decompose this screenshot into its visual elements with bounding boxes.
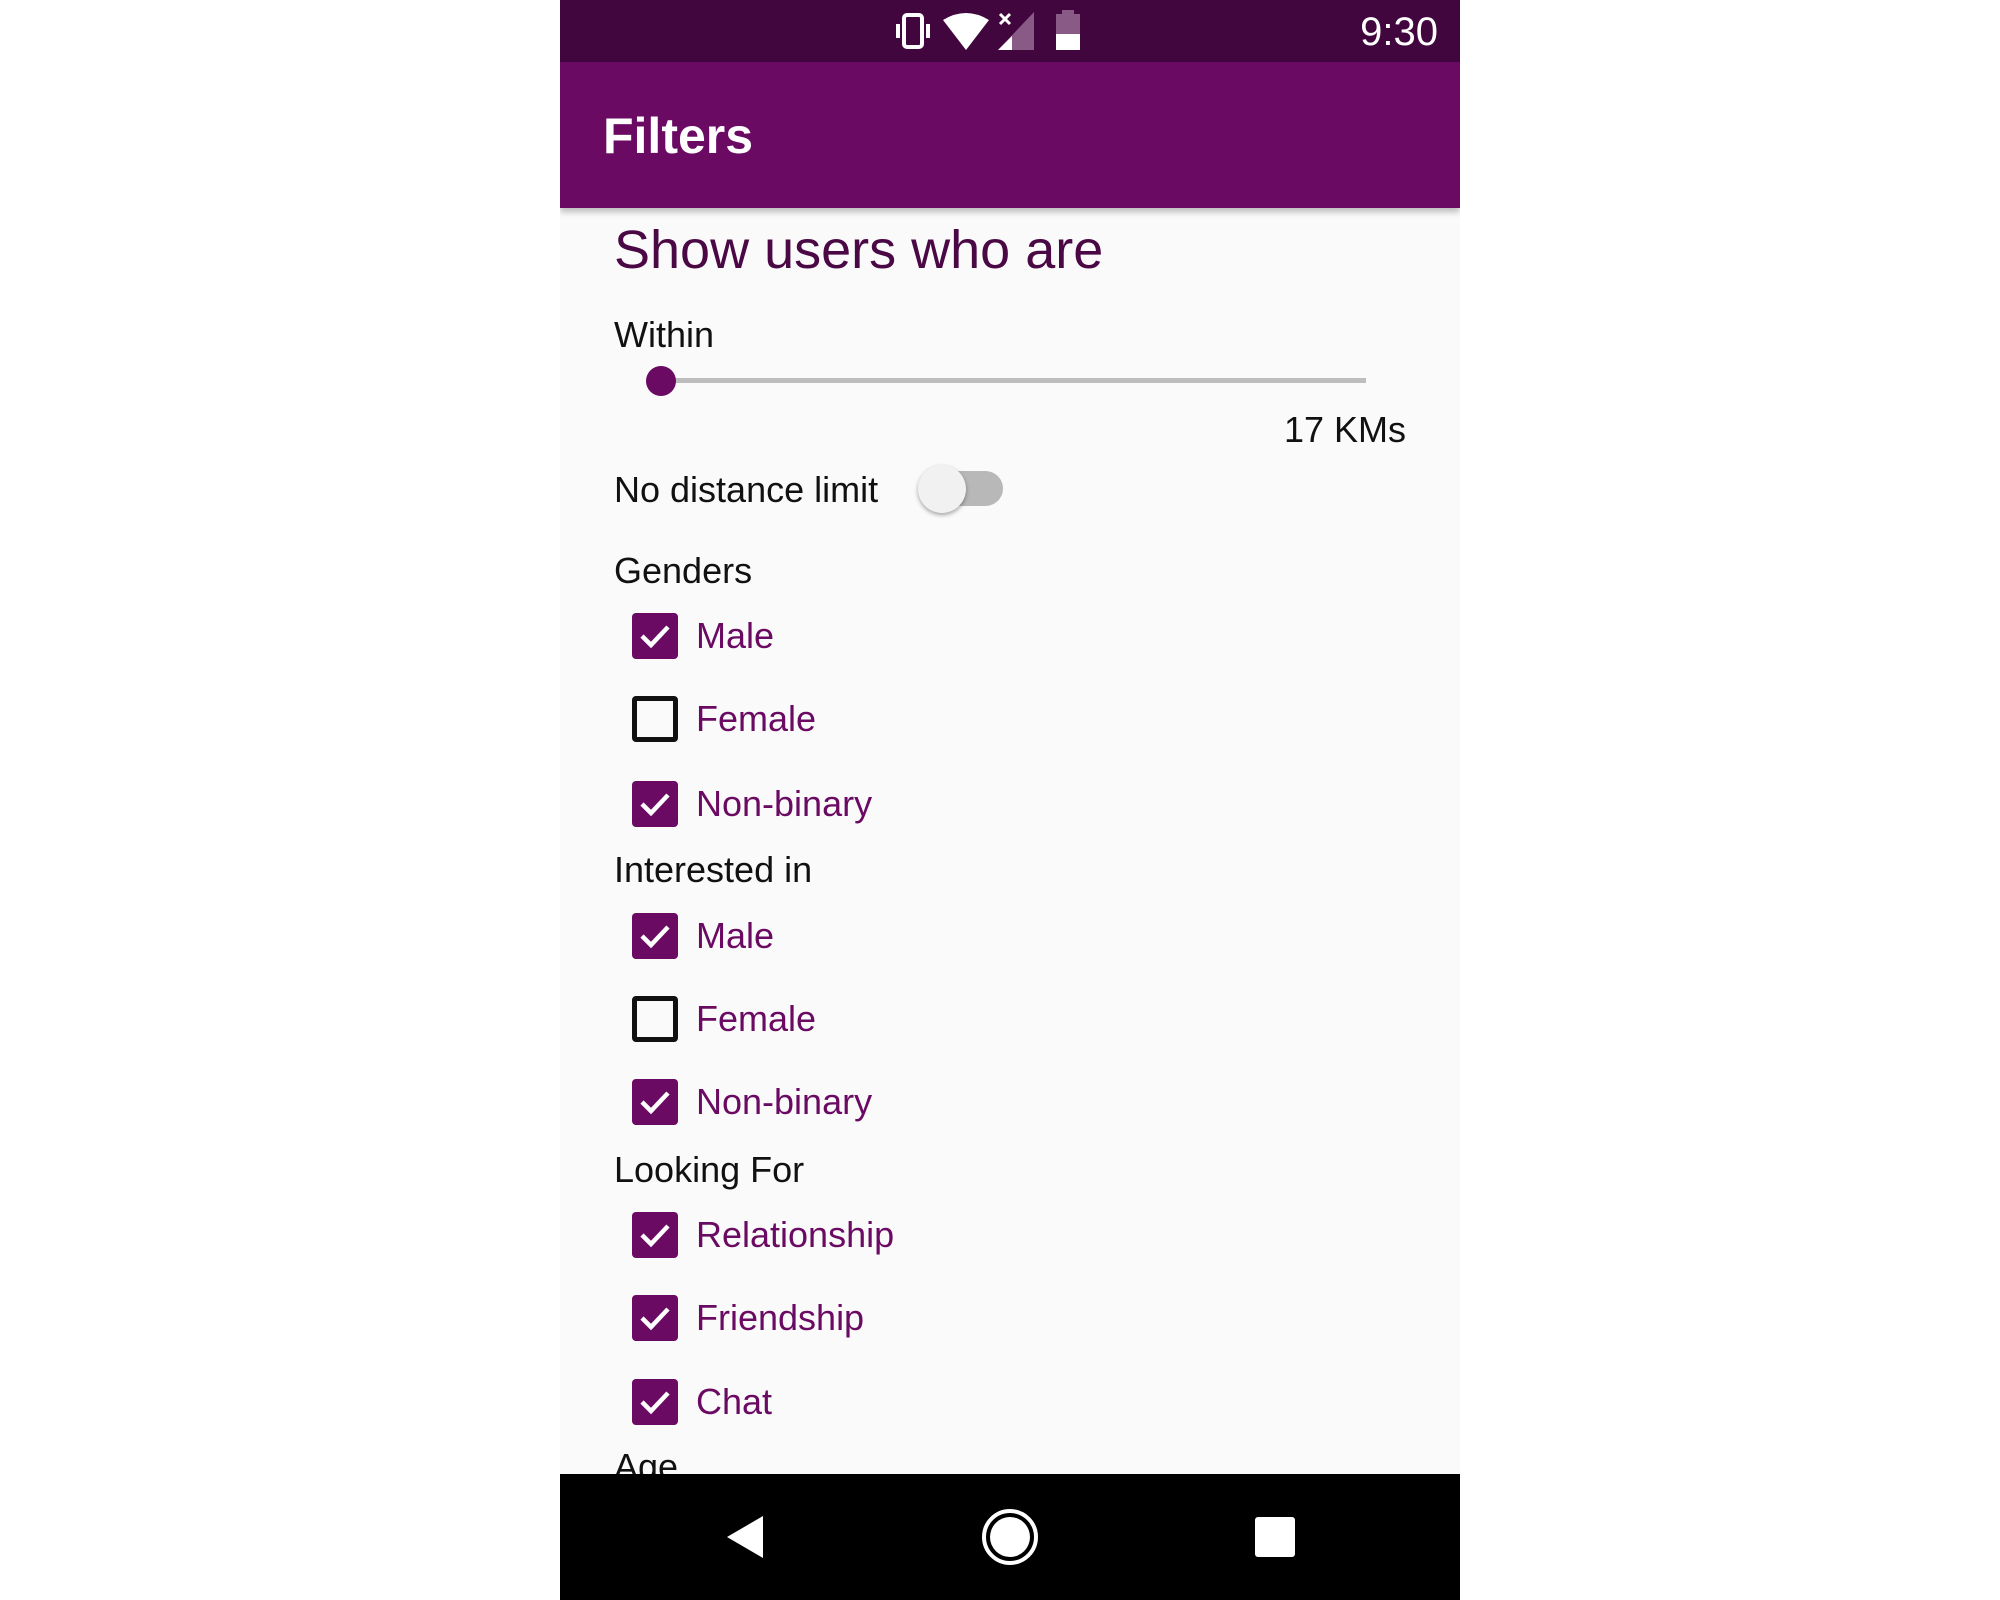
section-heading: Show users who are — [614, 220, 1104, 280]
phone-screen: 9:30 Filters Show users who are Within 1… — [560, 0, 1460, 1600]
within-label: Within — [614, 314, 715, 355]
page-title: Filters — [603, 108, 754, 164]
checkbox-label[interactable]: Non-binary — [696, 782, 872, 826]
checkbox[interactable] — [632, 1212, 678, 1258]
wifi-icon — [943, 13, 989, 50]
signal-no-data-icon — [998, 12, 1034, 50]
no-distance-limit-switch-thumb[interactable] — [918, 465, 966, 513]
back-icon[interactable] — [725, 1514, 765, 1560]
distance-slider-thumb[interactable] — [646, 366, 676, 396]
checkbox-label[interactable]: Female — [696, 697, 816, 741]
checkbox-label[interactable]: Non-binary — [696, 1080, 872, 1124]
checkbox[interactable] — [632, 781, 678, 827]
battery-icon — [1056, 10, 1080, 50]
vibrate-icon — [896, 13, 930, 49]
app-bar: Filters — [560, 62, 1460, 208]
checkmark-icon — [640, 1224, 670, 1248]
checkbox[interactable] — [632, 996, 678, 1042]
checkmark-icon — [640, 925, 670, 949]
checkmark-icon — [640, 1307, 670, 1331]
recents-icon[interactable] — [1254, 1516, 1296, 1558]
checkbox-label[interactable]: Male — [696, 614, 774, 658]
home-icon[interactable] — [980, 1507, 1040, 1567]
checkbox[interactable] — [632, 913, 678, 959]
status-bar: 9:30 — [560, 0, 1460, 62]
clock: 9:30 — [1360, 10, 1438, 54]
checkbox[interactable] — [632, 613, 678, 659]
checkbox[interactable] — [632, 1079, 678, 1125]
genders-label: Genders — [614, 550, 753, 591]
no-distance-limit-label: No distance limit — [614, 469, 879, 510]
looking-for-label: Looking For — [614, 1149, 805, 1190]
checkmark-icon — [640, 1391, 670, 1415]
checkbox-label[interactable]: Chat — [696, 1380, 772, 1424]
interested-in-label: Interested in — [614, 849, 813, 890]
distance-slider[interactable] — [661, 378, 1366, 383]
checkbox[interactable] — [632, 1295, 678, 1341]
checkmark-icon — [640, 1091, 670, 1115]
distance-value: 17 KMs — [1283, 409, 1406, 450]
navigation-bar — [560, 1474, 1460, 1600]
checkbox[interactable] — [632, 696, 678, 742]
checkbox[interactable] — [632, 1379, 678, 1425]
checkbox-label[interactable]: Male — [696, 914, 774, 958]
checkbox-label[interactable]: Friendship — [696, 1296, 864, 1340]
checkbox-label[interactable]: Relationship — [696, 1213, 894, 1257]
checkmark-icon — [640, 793, 670, 817]
checkbox-label[interactable]: Female — [696, 997, 816, 1041]
checkmark-icon — [640, 625, 670, 649]
